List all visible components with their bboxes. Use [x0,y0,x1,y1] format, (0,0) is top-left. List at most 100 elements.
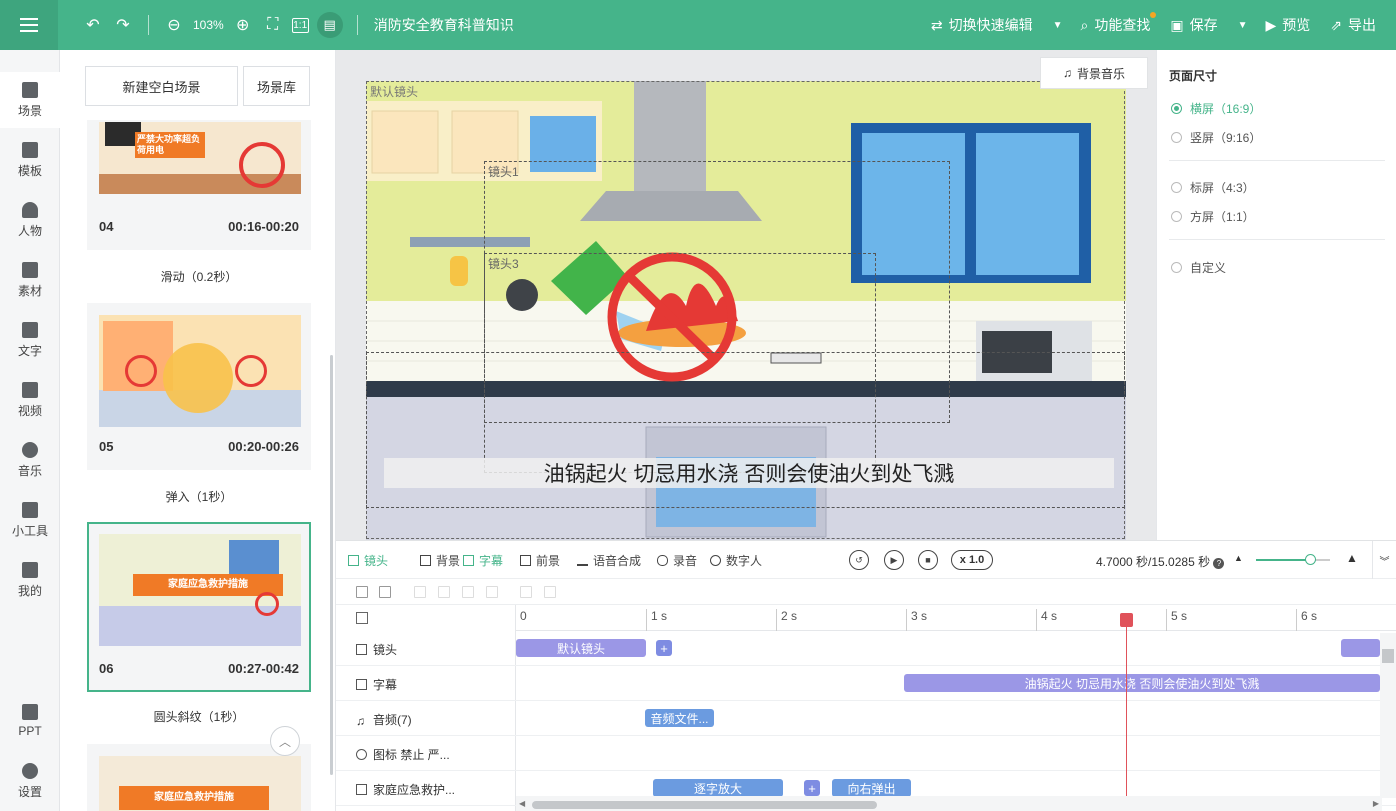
clip-camera-next[interactable] [1341,639,1380,657]
scroll-thumb[interactable] [532,801,877,809]
swap-icon: ⇄ [930,16,943,33]
scrollbar[interactable] [330,355,333,775]
text-icon [356,784,367,795]
scene-thumbnail: 家庭应急救护措施 [99,756,301,811]
scene-time: 00:16-00:20 [228,219,299,234]
save-button[interactable]: ▣ 保存 [1170,15,1217,35]
nav-video[interactable]: 视频 [0,372,60,428]
nav-template[interactable]: 模板 [0,132,60,188]
scene-card[interactable]: 严禁大功率超负荷用电 04 00:16-00:20 [87,120,311,250]
stop-icon[interactable]: ■ [918,550,938,570]
actual-size-icon[interactable]: 1:1 [291,17,309,33]
distribute-icon[interactable] [486,586,498,598]
add-animation-button[interactable]: + [804,780,820,796]
zoom-in-icon[interactable]: ⊕ [232,14,254,36]
export-button[interactable]: ⇗ 导出 [1330,15,1376,35]
clip-audio[interactable]: 音频文件... [645,709,714,727]
zoom-slider-knob[interactable] [1305,554,1316,565]
track-row-camera: 镜头 默认镜头 + [336,631,1396,666]
radio-custom[interactable]: 自定义 [1171,259,1226,276]
project-title[interactable]: 消防安全教育科普知识 [374,15,514,35]
subtitle-mode-icon[interactable]: ▤ [316,12,343,38]
tab-subtitle[interactable]: 字幕 [463,552,503,569]
background-music-button[interactable]: ♫ 背景音乐 [1040,57,1148,89]
caret-down-icon[interactable]: ▼ [1053,20,1063,31]
radio-standard[interactable]: 标屏（4:3） [1171,179,1255,196]
clip-zoom[interactable]: 逐字放大 [653,779,783,797]
scene-panel: 新建空白场景 场景库 严禁大功率超负荷用电 04 00:16-00:20 滑动（0… [60,50,336,811]
tab-background[interactable]: 背景 [420,552,460,569]
help-icon[interactable]: ? [1213,558,1225,569]
transition-label[interactable]: 滑动（0.2秒） [87,268,311,285]
zoom-small-icon[interactable]: ▲ [1234,553,1243,563]
switch-quick-edit-button[interactable]: ⇄ 切换快速编辑 [931,15,1033,35]
clip-pop-right[interactable]: 向右弹出 [832,779,911,797]
new-blank-scene-button[interactable]: 新建空白场景 [85,66,238,106]
subtitle-text[interactable]: 油锅起火 切忌用水浇 否则会使油火到处飞溅 [384,458,1114,488]
clip-default-camera[interactable]: 默认镜头 [516,639,646,657]
nav-text[interactable]: 文字 [0,312,60,368]
nav-mine[interactable]: 我的 [0,552,60,608]
subtitle-icon [463,555,474,566]
scene-thumbnail: 严禁大功率超负荷用电 [99,122,301,194]
stage-canvas[interactable]: 默认镜头 镜头1 镜头3 油锅起火 切忌用水浇 否则会使油火到处飞溅 [366,81,1126,540]
playhead-line[interactable] [1126,613,1127,799]
zoom-large-icon[interactable]: ▲ [1346,551,1358,565]
nav-material[interactable]: 素材 [0,252,60,308]
scroll-thumb[interactable] [1382,649,1394,663]
fullscreen-icon[interactable]: ⛶ [262,14,284,36]
scroll-right-icon[interactable]: ▶ [1373,799,1379,808]
scene-library-button[interactable]: 场景库 [243,66,310,106]
vertical-scrollbar[interactable] [1380,633,1396,798]
radio-landscape[interactable]: 横屏（16:9） [1171,100,1261,117]
track-name: ♫ 音频(7) [356,711,412,728]
function-search-button[interactable]: ⌕ 功能查找 [1081,12,1157,35]
scene-card-selected[interactable]: 家庭应急救护措施 06 00:27-00:42 [87,522,311,692]
redo-icon[interactable]: ↷ [112,14,134,36]
collapse-up-icon[interactable]: ︿ [270,726,300,756]
time-ruler[interactable]: 0 1 s 2 s 3 s 4 s 5 s 6 s [516,605,1396,631]
nav-tools[interactable]: 小工具 [0,492,60,548]
transition-label[interactable]: 弹入（1秒） [87,488,311,505]
scene-card[interactable]: 05 00:20-00:26 [87,303,311,470]
undo-icon[interactable]: ↶ [82,14,104,36]
nav-scene[interactable]: 场景 [0,72,60,128]
align-center-icon[interactable] [438,586,450,598]
radio-square[interactable]: 方屏（1:1） [1171,208,1255,225]
tab-record[interactable]: 录音 [657,552,697,569]
tab-tts[interactable]: 语音合成 [577,552,641,569]
music-note-icon: ♫ [356,714,365,728]
horizontal-scrollbar[interactable]: ◀ ▶ [516,796,1382,811]
group-icon[interactable] [520,586,532,598]
align-left-icon[interactable] [414,586,426,598]
split-icon[interactable] [379,586,391,598]
tab-camera[interactable]: 镜头 [348,552,388,569]
tab-foreground[interactable]: 前景 [520,552,560,569]
speed-button[interactable]: x 1.0 [951,550,993,570]
playback-time: 4.7000 秒/15.0285 秒 ? [1096,553,1225,570]
nav-music[interactable]: 音乐 [0,432,60,488]
align-right-icon[interactable] [462,586,474,598]
track-name: 家庭应急救护... [356,781,455,798]
filter-icon[interactable] [356,586,368,598]
nav-ppt[interactable]: PPT [0,693,60,749]
replay-icon[interactable]: ↺ [849,550,869,570]
ungroup-icon[interactable] [544,586,556,598]
add-camera-button[interactable]: + [656,640,672,656]
camera1-label: 镜头1 [488,165,519,179]
nav-character[interactable]: 人物 [0,192,60,248]
nav-settings[interactable]: 设置 [0,753,60,809]
scroll-left-icon[interactable]: ◀ [519,799,525,808]
menu-icon[interactable] [0,0,58,50]
transition-label[interactable]: 圆头斜纹（1秒） [87,708,311,725]
tab-digital-human[interactable]: 数字人 [710,552,762,569]
clip-subtitle[interactable]: 油锅起火 切忌用水浇 否则会使油火到处飞溅 [904,674,1380,692]
grid-icon[interactable] [356,612,368,624]
zoom-slider-track[interactable] [1256,559,1312,561]
radio-portrait[interactable]: 竖屏（9:16） [1171,129,1261,146]
play-icon[interactable]: ▶ [884,550,904,570]
preview-button[interactable]: ▶ 预览 [1265,15,1310,35]
caret-down-icon[interactable]: ▼ [1238,20,1248,31]
zoom-out-icon[interactable]: ⊖ [163,14,185,36]
collapse-timeline-icon[interactable]: ︾ [1372,541,1396,579]
